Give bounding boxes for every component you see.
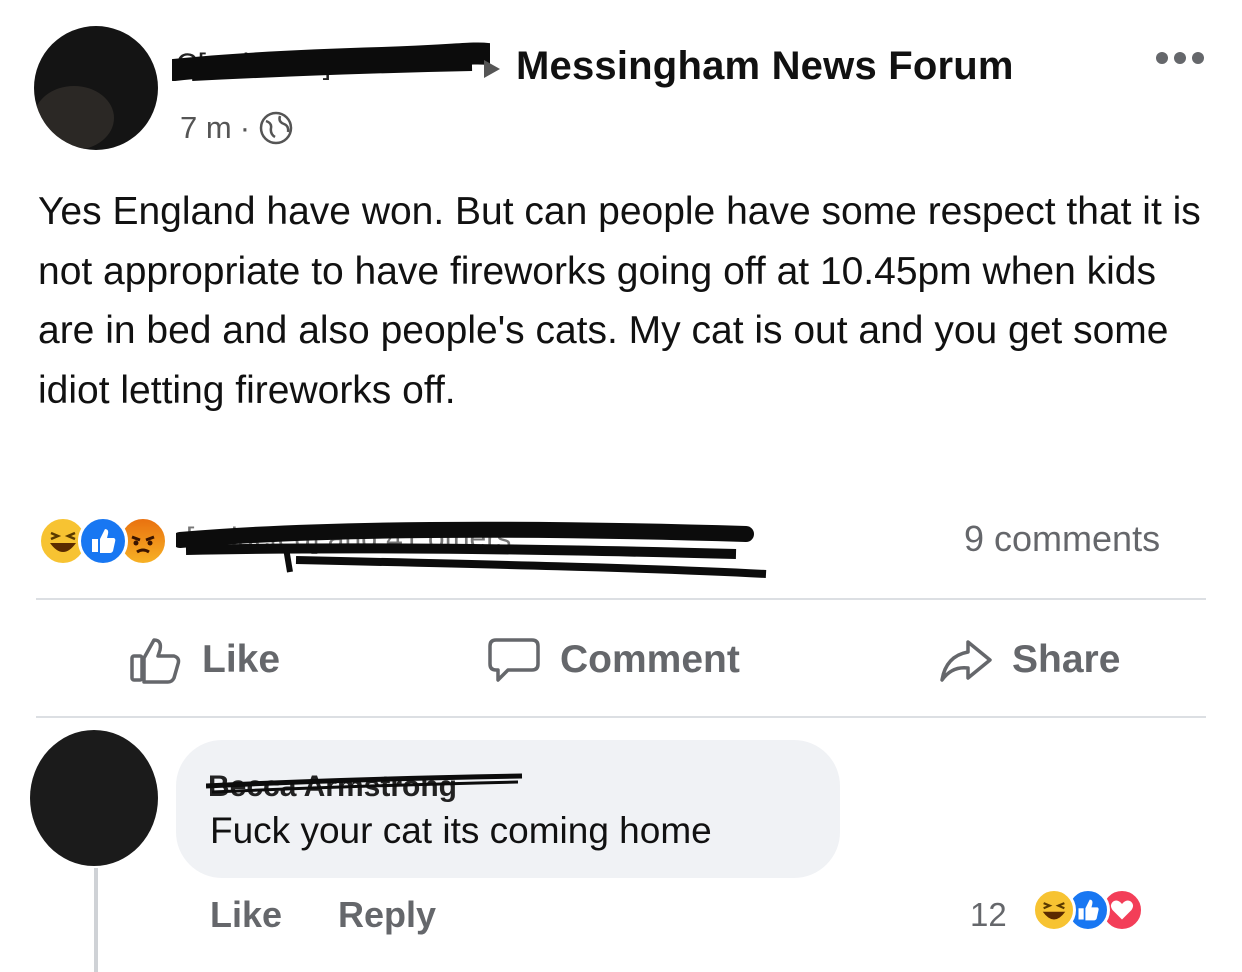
comment-text: Fuck your cat its coming home [210, 810, 712, 851]
redacted-commenter-name[interactable]: Becca Armstrong [206, 766, 526, 806]
comment-reactions[interactable] [1032, 888, 1144, 932]
comment-reply-button[interactable]: Reply [338, 894, 436, 936]
more-options-icon[interactable] [1156, 52, 1204, 64]
post-author-avatar[interactable] [34, 26, 158, 150]
group-name-link[interactable]: Messingham News Forum [516, 44, 1014, 89]
meta-separator: · [239, 110, 251, 145]
divider [36, 716, 1206, 718]
like-label: Like [202, 638, 281, 681]
post-reactions-summary[interactable] [38, 516, 168, 566]
like-button[interactable]: Like [128, 636, 280, 684]
like-reaction-icon [78, 516, 128, 566]
comment-bubble [176, 740, 840, 878]
redacted-reaction-names: [redacted] and 41 others [176, 521, 767, 578]
post-timestamp[interactable]: 7 m [180, 110, 232, 146]
redacted-author-name: C[redacted] [172, 42, 490, 81]
comment-button[interactable]: Comment [486, 636, 740, 684]
thumbs-up-icon [130, 638, 181, 684]
share-label: Share [1012, 638, 1121, 681]
comment-reaction-count[interactable]: 12 [970, 896, 1007, 934]
comment-thread-line [94, 868, 98, 972]
comment-like-button[interactable]: Like [210, 894, 282, 936]
share-arrow-icon [940, 640, 992, 682]
post-meta: 7 m · [180, 110, 294, 146]
comment-label: Comment [560, 638, 740, 681]
arrow-right-icon [484, 60, 500, 78]
divider [36, 598, 1206, 600]
commenter-avatar[interactable] [30, 730, 158, 866]
comment-icon [488, 638, 540, 682]
globe-icon [259, 111, 293, 145]
haha-reaction-icon [1032, 888, 1076, 932]
comments-count-link[interactable]: 9 comments [964, 518, 1160, 560]
post-body: Yes England have won. But can people hav… [38, 190, 1201, 412]
share-button[interactable]: Share [938, 636, 1120, 684]
